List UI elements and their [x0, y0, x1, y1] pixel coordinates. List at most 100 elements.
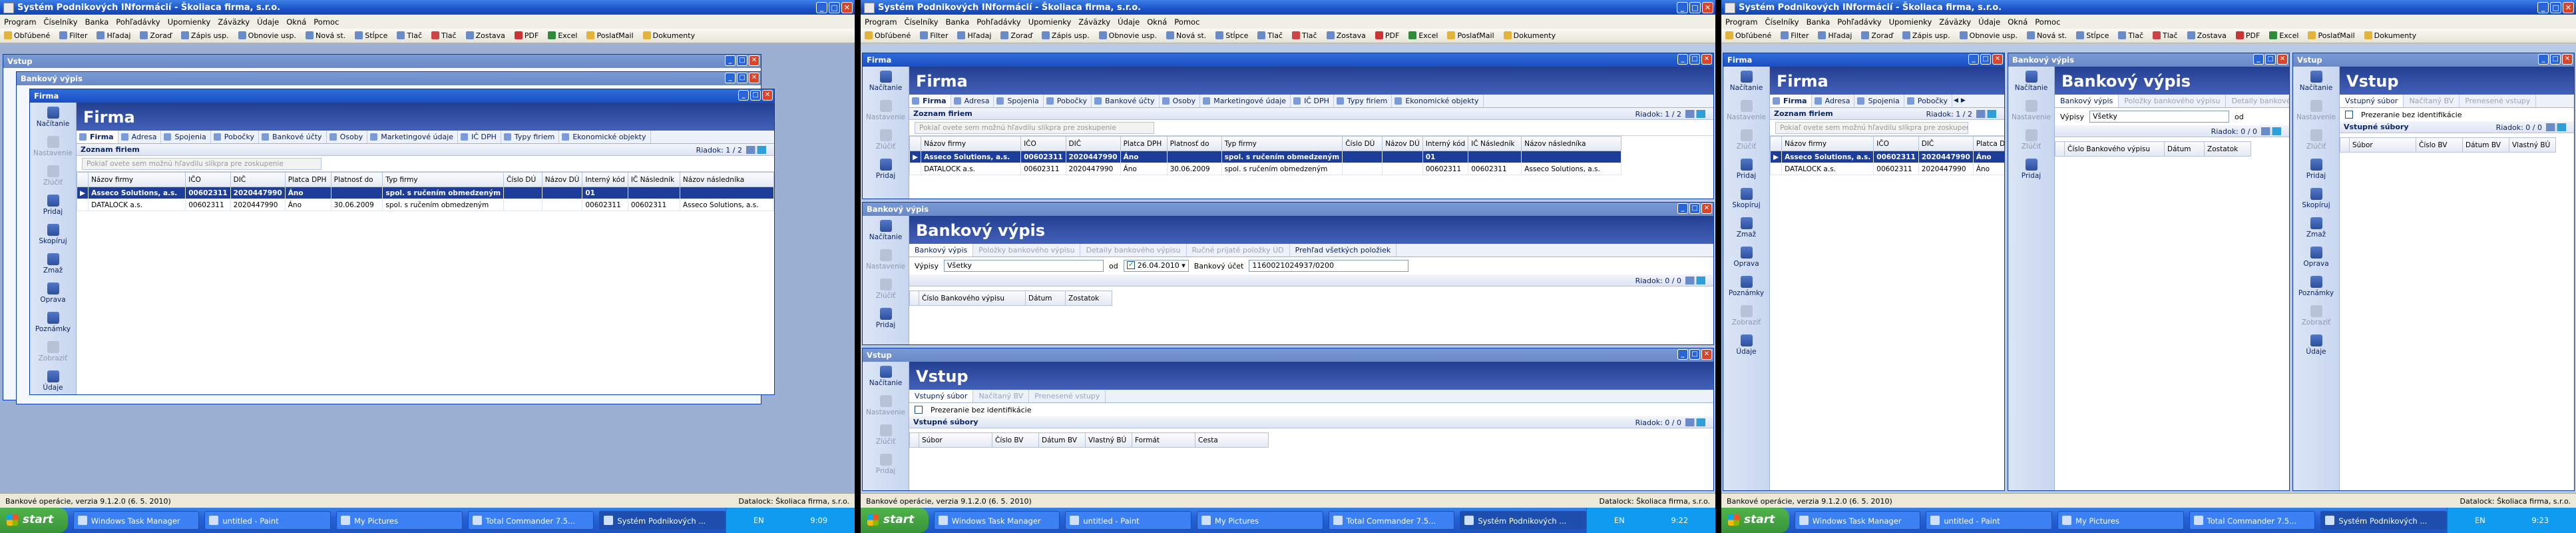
col-header[interactable]: Platca DPH — [284, 172, 331, 187]
minimize-button[interactable]: _ — [2537, 2, 2549, 13]
col-header[interactable]: DIČ — [1918, 136, 1974, 151]
task-button[interactable]: Total Commander 7.5... — [467, 511, 594, 530]
col-header[interactable]: Názov firmy — [88, 172, 186, 187]
col-header[interactable]: Typ firmy — [1221, 136, 1343, 151]
tb-favorites[interactable]: Obľúbené — [4, 31, 50, 43]
table-row[interactable]: DATALOCK a.s. 00602311 2020447990 Áno — [1770, 163, 2004, 175]
tb-search[interactable]: Hľadaj — [97, 31, 130, 43]
menu-zavazky[interactable]: Záväzky — [1078, 17, 1110, 29]
col-header[interactable]: IČO — [1020, 136, 1066, 151]
tab-detaily[interactable]: Detaily bankového výpisu — [2226, 95, 2289, 107]
menu-okna[interactable]: Okná — [286, 17, 306, 29]
tab-pobocky[interactable]: Pobočky — [211, 131, 259, 143]
action-data[interactable]: Údaje — [2293, 330, 2339, 360]
menu-upomienky[interactable]: Upomienky — [168, 17, 211, 29]
tb-print[interactable]: Tlač — [1257, 31, 1283, 43]
menu-pomoc[interactable]: Pomoc — [2035, 17, 2060, 29]
tb-sort[interactable]: Zoraď — [1861, 31, 1893, 43]
tab-marketing[interactable]: Marketingové údaje — [1200, 95, 1291, 107]
col-header[interactable]: Formát — [1132, 432, 1195, 448]
col-header[interactable]: Súbor — [919, 432, 992, 448]
col-header[interactable]: Dátum — [1025, 290, 1066, 306]
minimize-button[interactable]: _ — [1677, 203, 1688, 214]
tab-osoby[interactable]: Osoby — [327, 131, 368, 143]
col-header[interactable]: Dátum BV — [2462, 137, 2509, 153]
col-header[interactable]: IČO — [185, 172, 231, 187]
start-button[interactable]: start — [1721, 508, 1789, 533]
menu-pohladavky[interactable]: Pohľadávky — [116, 17, 160, 29]
group-drop-area[interactable]: Pokiaľ ovete sem možnú hľavdilu slíkpra … — [77, 156, 774, 172]
col-header[interactable]: Číslo DÚ — [1342, 136, 1383, 151]
col-header[interactable]: Platnosť do — [1166, 136, 1222, 151]
minimize-button[interactable]: _ — [1677, 2, 1688, 13]
col-header[interactable]: Vlastný BÚ — [1085, 432, 1132, 448]
group-drop-area[interactable]: Pokiaľ ovete sem možnú hľavdilu slíkpra … — [909, 120, 1713, 136]
task-button[interactable]: My Pictures — [2057, 511, 2184, 530]
tab-bankove-ucty[interactable]: Bankové účty — [1092, 95, 1160, 107]
tb-save-layout[interactable]: Zápis usp. — [1042, 31, 1090, 43]
tab-ic-dph[interactable]: IČ DPH — [458, 131, 501, 143]
task-button[interactable]: Systém Podnikových ... — [1460, 511, 1586, 530]
col-header[interactable]: Platca DPH — [1972, 136, 2004, 151]
tb-print2[interactable]: Tlač — [431, 31, 457, 43]
tb-sort[interactable]: Zoraď — [140, 31, 172, 43]
tab-spojenia[interactable]: Spojenia — [1854, 95, 1904, 107]
action-add[interactable]: Pridaj — [1723, 155, 1769, 184]
action-data[interactable]: Údaje — [1723, 330, 1769, 360]
task-button[interactable]: Systém Podnikových ... — [599, 511, 726, 530]
menu-udaje[interactable]: Údaje — [1118, 17, 1140, 29]
tb-filter[interactable]: Filter — [1781, 31, 1809, 43]
maximize-button[interactable]: □ — [750, 90, 761, 101]
menu-pohladavky[interactable]: Pohľadávky — [1837, 17, 1881, 29]
col-header[interactable]: Zostatok — [2204, 141, 2251, 157]
menu-pomoc[interactable]: Pomoc — [314, 17, 339, 29]
col-header[interactable]: Interný kód — [582, 172, 628, 187]
action-load[interactable]: Načítanie — [863, 362, 909, 391]
tb-search[interactable]: Hľadaj — [957, 31, 991, 43]
col-header[interactable]: Číslo BV — [992, 432, 1039, 448]
close-button[interactable]: ✕ — [1701, 54, 1712, 65]
action-load[interactable]: Načítanie — [863, 216, 909, 245]
minimize-button[interactable]: _ — [2253, 54, 2264, 65]
tab-adresa[interactable]: Adresa — [118, 131, 162, 143]
close-button[interactable]: ✕ — [749, 73, 759, 83]
menu-ciselniky[interactable]: Číselníky — [905, 17, 939, 29]
tab-rucne-prijate[interactable]: Ručné prijaté položky ÚD — [1187, 244, 1290, 257]
close-button[interactable]: ✕ — [2277, 54, 2288, 65]
tb-print[interactable]: Tlač — [2118, 31, 2143, 43]
tab-firma[interactable]: Firma — [77, 131, 118, 143]
tab-pobocky[interactable]: Pobočky — [1904, 95, 1952, 107]
action-edit[interactable]: Oprava — [30, 278, 76, 308]
action-delete[interactable]: Zmaž — [30, 249, 76, 278]
menu-program[interactable]: Program — [1725, 17, 1758, 29]
close-button[interactable]: ✕ — [2562, 54, 2573, 65]
minimize-button[interactable]: _ — [1677, 54, 1688, 65]
window-firma[interactable]: Firma _ □ ✕ Načítanie Nastavenie Zlúčiť Pri… — [29, 89, 775, 395]
col-header[interactable]: Názov DÚ — [1382, 136, 1423, 151]
tab-ekonomicke-objekty[interactable]: Ekonomické objekty — [559, 131, 651, 143]
action-notes[interactable]: Poznámky — [1723, 272, 1769, 301]
minimize-button[interactable]: _ — [738, 90, 749, 101]
language-indicator[interactable]: EN — [753, 516, 764, 525]
minimize-button[interactable]: _ — [725, 73, 736, 83]
tab-firma[interactable]: Firma — [909, 95, 951, 107]
menu-ciselniky[interactable]: Číselníky — [1765, 17, 1799, 29]
window-bankovy-vypis[interactable]: Bankový výpis _ □ ✕ Načítanie Nastavenie Zl… — [862, 202, 1714, 345]
col-header[interactable]: Zostatok — [1065, 290, 1112, 306]
tb-restore-layout[interactable]: Obnovie usp. — [238, 31, 296, 43]
tab-vstupny-subor[interactable]: Vstupný súbor — [909, 390, 974, 402]
tb-new-column[interactable]: Nová st. — [306, 31, 345, 43]
tab-prenesene[interactable]: Prenesené vstupy — [2460, 95, 2537, 107]
tab-detaily[interactable]: Detaily bankového výpisu — [1080, 244, 1187, 257]
tb-report[interactable]: Zostava — [1327, 31, 1366, 43]
action-load[interactable]: Načítanie — [30, 103, 76, 132]
tab-bankovy-vypis[interactable]: Bankový výpis — [909, 244, 974, 257]
col-header[interactable]: IČO — [1873, 136, 1919, 151]
tab-polozky[interactable]: Položky bankového výpisu — [2119, 95, 2227, 107]
task-button[interactable]: untitled - Paint — [1926, 511, 2053, 530]
action-copy[interactable]: Skopíruj — [1723, 184, 1769, 213]
group-drop-area[interactable]: Pokiaľ ovete sem možnú hľavdilu slíkpra … — [1770, 120, 2004, 136]
col-header[interactable]: DIČ — [1065, 136, 1121, 151]
close-button[interactable]: ✕ — [749, 55, 759, 66]
tb-report[interactable]: Zostava — [466, 31, 505, 43]
